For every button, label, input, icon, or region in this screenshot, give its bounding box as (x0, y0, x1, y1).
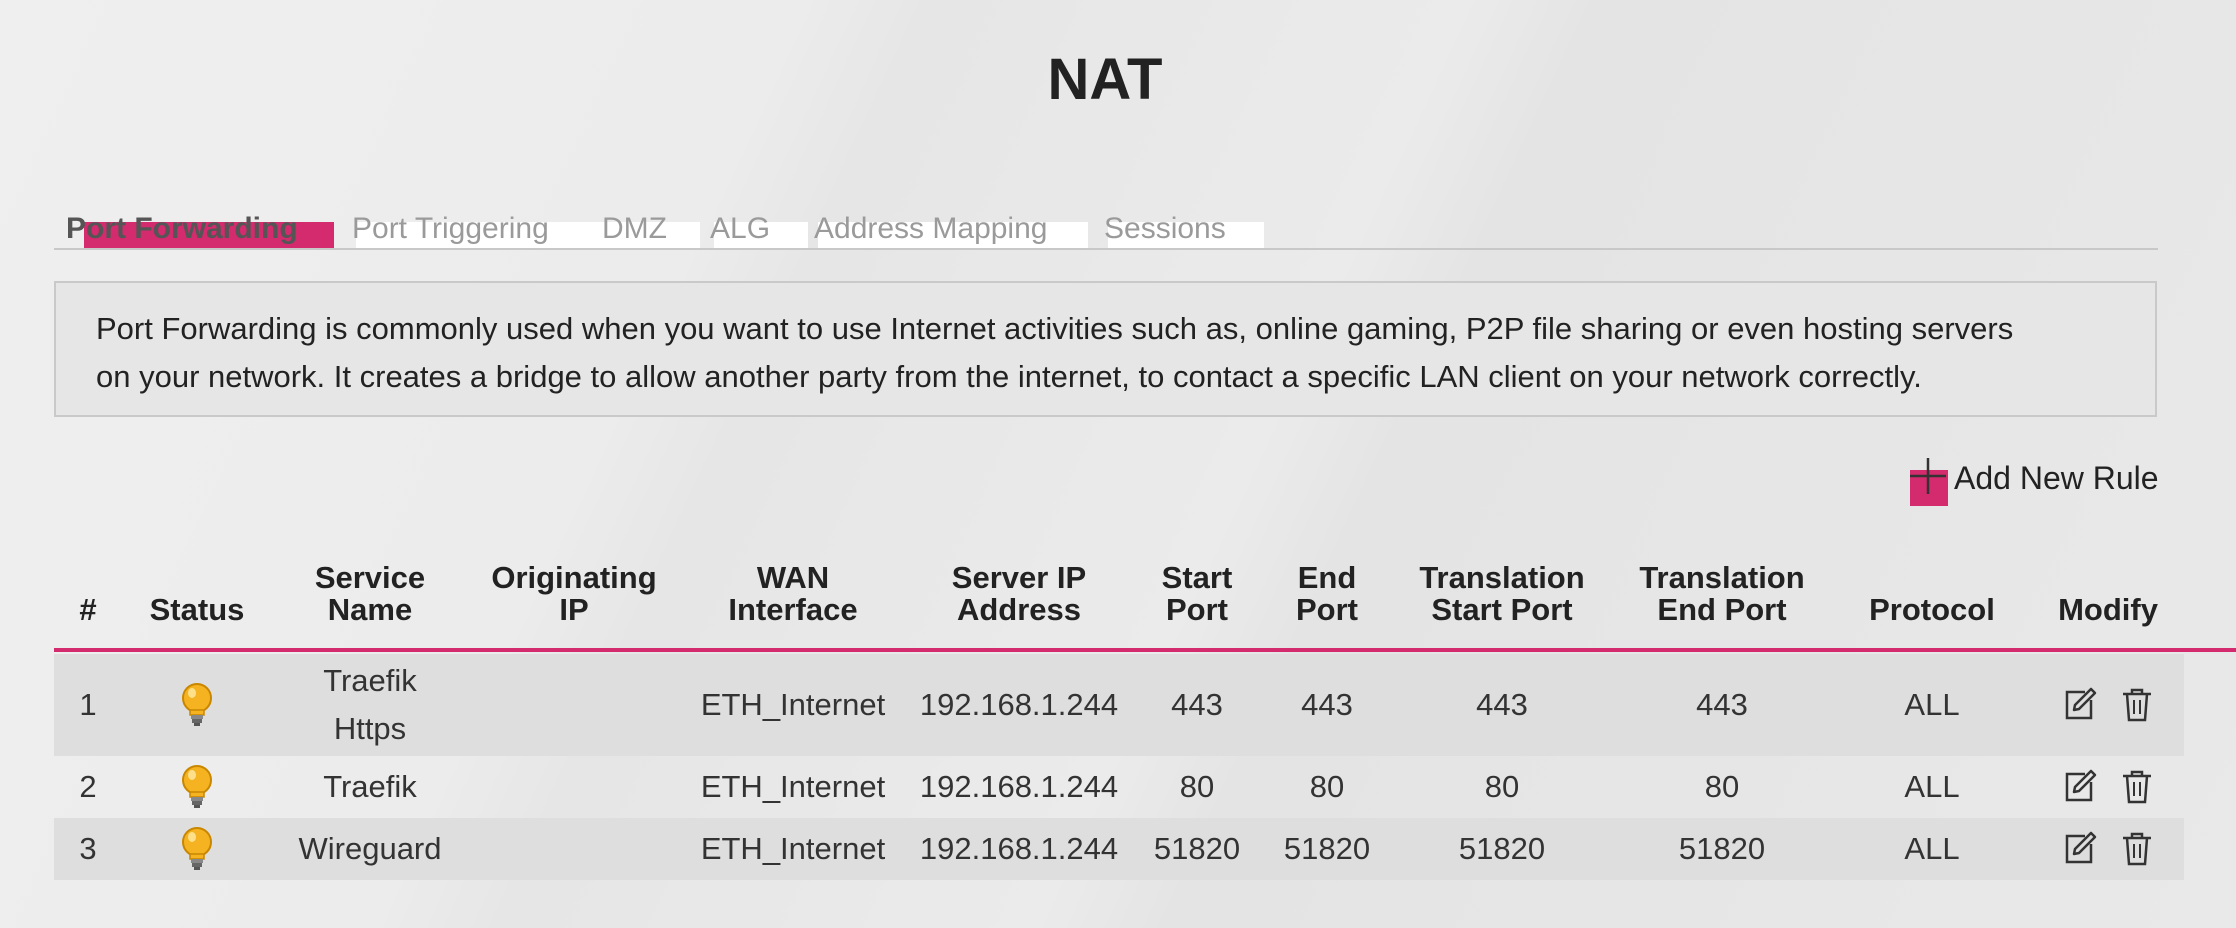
tab-label: ALG (710, 212, 771, 245)
cell-protocol: ALL (1904, 831, 1960, 866)
tab-label: Port Triggering (352, 212, 549, 245)
edit-icon[interactable] (2061, 686, 2097, 724)
col-server-ip: Server IP Address (951, 560, 1087, 627)
cell-end-port: 443 (1301, 687, 1353, 722)
tab-sessions[interactable]: Sessions (1092, 212, 1264, 248)
cell-translation-end-port: 80 (1704, 769, 1740, 804)
cell-num: 2 (79, 769, 97, 804)
cell-num: 1 (79, 687, 97, 722)
cell-status (122, 756, 272, 818)
cell-status (122, 818, 272, 880)
tab-alg[interactable]: ALG (698, 212, 808, 248)
add-new-rule-label: Add New Rule (1954, 460, 2159, 496)
cell-originating-ip (468, 756, 680, 818)
header-divider (54, 648, 2236, 652)
description-line: Port Forwarding is commonly used when yo… (96, 311, 2014, 346)
col-service-name: Service Name (314, 560, 426, 627)
page-title: NAT (1047, 47, 1163, 112)
tab-port-forwarding[interactable]: Port Forwarding (54, 212, 334, 248)
cell-originating-ip (468, 818, 680, 880)
col-end-port: End Port (1296, 560, 1358, 627)
col-modify: Modify (2058, 592, 2158, 627)
col-num: # (79, 592, 97, 627)
tab-label: Port Forwarding (66, 212, 298, 245)
col-translation-end-port: Translation End Port (1639, 560, 1805, 627)
cell-modify (2032, 756, 2184, 818)
cell-modify (2032, 818, 2184, 880)
col-wan-interface: WAN Interface (728, 560, 858, 627)
cell-service-name: Wireguard (298, 831, 442, 866)
nat-tabs: Port Forwarding Port Triggering DMZ ALG … (54, 208, 2158, 250)
cell-server-ip: 192.168.1.244 (919, 831, 1119, 866)
cell-start-port: 443 (1171, 687, 1223, 722)
cell-translation-end-port: 51820 (1678, 831, 1766, 866)
tab-label: Address Mapping (814, 212, 1048, 245)
col-protocol: Protocol (1869, 592, 1995, 627)
edit-icon[interactable] (2061, 768, 2097, 806)
plus-icon (1910, 458, 1946, 494)
col-status: Status (149, 592, 245, 627)
cell-translation-start-port: 443 (1476, 687, 1528, 722)
tab-label: Sessions (1104, 212, 1226, 245)
col-translation-start-port: Translation Start Port (1419, 560, 1585, 627)
cell-service-name: Traefik Https (323, 663, 417, 746)
col-originating-ip: Originating IP (491, 560, 657, 627)
tab-address-mapping[interactable]: Address Mapping (802, 212, 1088, 248)
table-row: 3 Wireguard ETH_Internet 192.168.1.244 5… (54, 818, 2184, 880)
cell-num: 3 (79, 831, 97, 866)
lightbulb-icon (182, 765, 212, 808)
lightbulb-icon (182, 827, 212, 870)
cell-start-port: 51820 (1153, 831, 1241, 866)
cell-end-port: 80 (1309, 769, 1345, 804)
cell-server-ip: 192.168.1.244 (919, 769, 1119, 804)
cell-modify (2032, 654, 2184, 756)
cell-translation-start-port: 80 (1484, 769, 1520, 804)
tab-label: DMZ (602, 212, 667, 245)
delete-icon[interactable] (2119, 830, 2155, 868)
cell-protocol: ALL (1904, 687, 1960, 722)
col-start-port: Start Port (1161, 560, 1233, 627)
delete-icon[interactable] (2119, 686, 2155, 724)
cell-server-ip: 192.168.1.244 (919, 687, 1119, 722)
delete-icon[interactable] (2119, 768, 2155, 806)
cell-protocol: ALL (1904, 769, 1960, 804)
cell-wan-interface: ETH_Internet (700, 769, 886, 804)
table-row: 2 Traefik ETH_Internet 192.168.1.244 80 … (54, 756, 2184, 818)
cell-start-port: 80 (1179, 769, 1215, 804)
table-row: 1 Traefik Https ETH_Internet 192.168.1.24… (54, 654, 2184, 756)
cell-translation-end-port: 443 (1696, 687, 1748, 722)
table-header: # Status Service Name Originating IP WAN In… (54, 548, 2184, 648)
tab-dmz[interactable]: DMZ (590, 212, 700, 248)
cell-originating-ip (468, 654, 680, 756)
cell-translation-start-port: 51820 (1458, 831, 1546, 866)
lightbulb-icon (182, 683, 212, 726)
cell-wan-interface: ETH_Internet (700, 687, 886, 722)
cell-status (122, 654, 272, 756)
cell-end-port: 51820 (1283, 831, 1371, 866)
cell-service-name: Traefik (323, 769, 417, 804)
description-box: Port Forwarding is commonly used when yo… (54, 281, 2157, 417)
cell-wan-interface: ETH_Internet (700, 831, 886, 866)
edit-icon[interactable] (2061, 830, 2097, 868)
description-line: on your network. It creates a bridge to … (96, 359, 1922, 394)
